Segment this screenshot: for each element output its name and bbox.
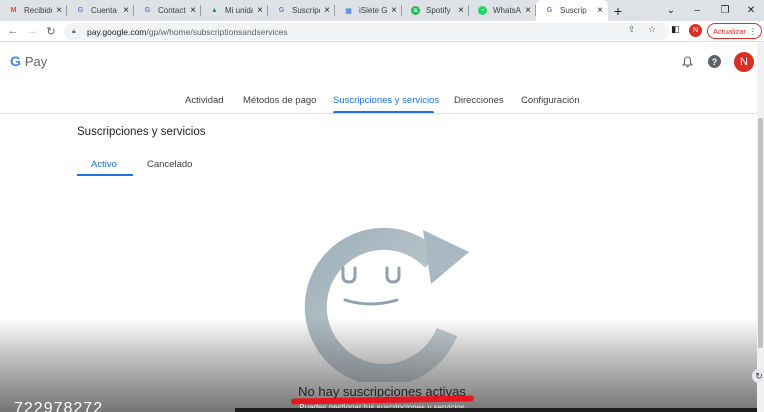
bookmark-star-icon[interactable]: ☆ (648, 24, 656, 35)
close-icon[interactable]: × (524, 5, 532, 16)
google-icon: G (77, 7, 84, 14)
help-icon[interactable]: ? (708, 55, 721, 68)
tab-title: Cuenta d (91, 6, 119, 15)
restore-icon[interactable]: ❐ (711, 0, 739, 21)
share-icon[interactable]: ⇪ (628, 24, 636, 35)
pay-wordmark: Pay (24, 53, 48, 69)
gmail-icon: M (10, 7, 17, 14)
active-tab-indicator (333, 111, 434, 113)
google-icon: G (144, 7, 151, 14)
page-title: Suscripciones y servicios (77, 126, 206, 138)
nav-tab-metodos-de-pago[interactable]: Métodos de pago (243, 95, 316, 106)
chevron-down-icon[interactable]: ⌄ (657, 0, 685, 21)
nav-tab-actividad[interactable]: Actividad (185, 95, 224, 106)
tab-title: Recibido (24, 6, 52, 15)
close-icon[interactable]: × (323, 5, 331, 16)
browser-tab-spotify[interactable]: ≋ Spotify × (402, 0, 469, 21)
window-close-icon[interactable]: ✕ (737, 0, 764, 21)
nav-tab-direcciones[interactable]: Direcciones (454, 95, 504, 106)
overlay-number: 722978272 (14, 400, 104, 412)
address-bar[interactable]: 🔒︎ pay.google.com/gp/w/home/subscription… (64, 23, 669, 40)
sidebar-icon[interactable]: ◧ (671, 24, 680, 35)
drive-icon: ▲ (211, 7, 218, 14)
google-icon: G (546, 7, 553, 14)
tab-title: Contacto (158, 6, 186, 15)
notifications-bell-icon[interactable] (679, 54, 695, 70)
close-icon[interactable]: × (596, 5, 604, 16)
reload-icon[interactable]: ↻ (43, 23, 59, 39)
subtab-cancelado[interactable]: Cancelado (147, 159, 192, 170)
nav-tab-suscripciones[interactable]: Suscripciones y servicios (333, 95, 439, 106)
close-icon[interactable]: × (189, 5, 197, 16)
tab-title: Spotify (426, 6, 451, 15)
video-bar (235, 408, 764, 412)
nav-tab-configuracion[interactable]: Configuración (521, 95, 580, 106)
site-icon: ▦ (345, 7, 352, 15)
tab-title: Suscripci (292, 6, 320, 15)
active-subtab-indicator (77, 174, 133, 176)
close-icon[interactable]: × (122, 5, 130, 16)
browser-tab-whatsapp[interactable]: ◔ WhatsAp × (469, 0, 536, 21)
url-path: /gp/w/home/subscriptionsandservices (146, 26, 288, 37)
refresh-icon[interactable]: ↻ (752, 369, 764, 383)
browser-tab-active[interactable]: G Suscrip × (536, 0, 608, 21)
google-g-logo: G (10, 53, 21, 69)
gpay-logo[interactable]: G Pay (10, 53, 47, 69)
url-host: pay.google.com (87, 26, 147, 37)
forward-arrow-icon[interactable]: → (24, 23, 40, 39)
spotify-icon: ≋ (411, 6, 420, 15)
main-nav: Actividad Métodos de pago Suscripciones … (0, 90, 764, 114)
browser-tab-isiete[interactable]: ▦ iSiete Gr × (335, 0, 402, 21)
browser-toolbar: ← → ↻ 🔒︎ pay.google.com/gp/w/home/subscr… (0, 21, 764, 42)
screen: M Recibido × G Cuenta d × G Contacto × ▲… (0, 0, 764, 412)
browser-tab-recibido[interactable]: M Recibido × (0, 0, 67, 21)
close-icon[interactable]: × (55, 5, 63, 16)
update-label: Actualizar (713, 26, 746, 36)
browser-profile-avatar[interactable]: N (689, 24, 702, 37)
close-icon[interactable]: × (457, 5, 465, 16)
browser-tab-suscripciones[interactable]: G Suscripci × (268, 0, 335, 21)
tab-title: Suscrip (560, 6, 587, 15)
tab-title: iSiete Gr (359, 6, 387, 15)
tab-title: Mi unidad (225, 6, 253, 15)
update-button[interactable]: Actualizar ⋮ (707, 23, 762, 39)
subtab-activo[interactable]: Activo (91, 159, 117, 170)
close-icon[interactable]: × (390, 5, 398, 16)
browser-tab-cuenta[interactable]: G Cuenta d × (67, 0, 134, 21)
scrollbar-thumb[interactable] (758, 118, 763, 348)
menu-dots-icon[interactable]: ⋮ (749, 27, 757, 36)
browser-tab-contactos[interactable]: G Contacto × (134, 0, 201, 21)
lock-icon: 🔒︎ (72, 27, 76, 35)
new-tab-button[interactable]: + (608, 0, 628, 21)
google-icon: G (278, 7, 285, 14)
whatsapp-icon: ◔ (478, 6, 487, 15)
tab-strip: M Recibido × G Cuenta d × G Contacto × ▲… (0, 0, 764, 21)
browser-tab-mi-unidad[interactable]: ▲ Mi unidad × (201, 0, 268, 21)
close-icon[interactable]: × (256, 5, 264, 16)
minimize-icon[interactable]: – (683, 0, 711, 21)
tab-title: WhatsAp (493, 6, 521, 15)
back-arrow-icon[interactable]: ← (5, 23, 21, 39)
user-avatar[interactable]: N (734, 52, 754, 72)
